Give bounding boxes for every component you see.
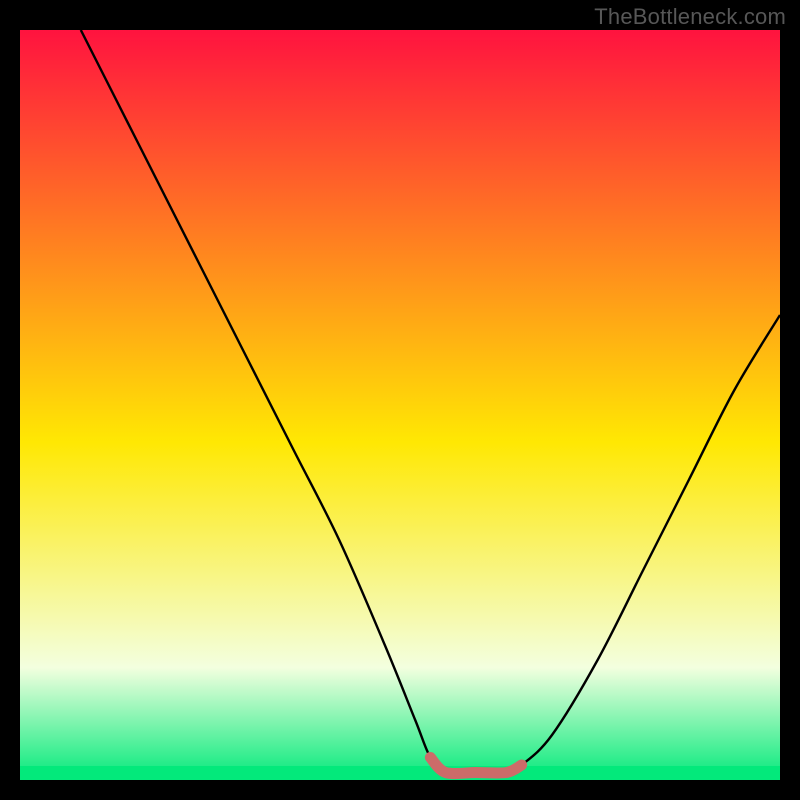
chart-svg	[20, 30, 780, 780]
watermark-text: TheBottleneck.com	[594, 4, 786, 30]
chart-frame: TheBottleneck.com	[0, 0, 800, 800]
gradient-background	[20, 30, 780, 780]
green-band	[20, 766, 780, 780]
plot-area	[20, 30, 780, 780]
